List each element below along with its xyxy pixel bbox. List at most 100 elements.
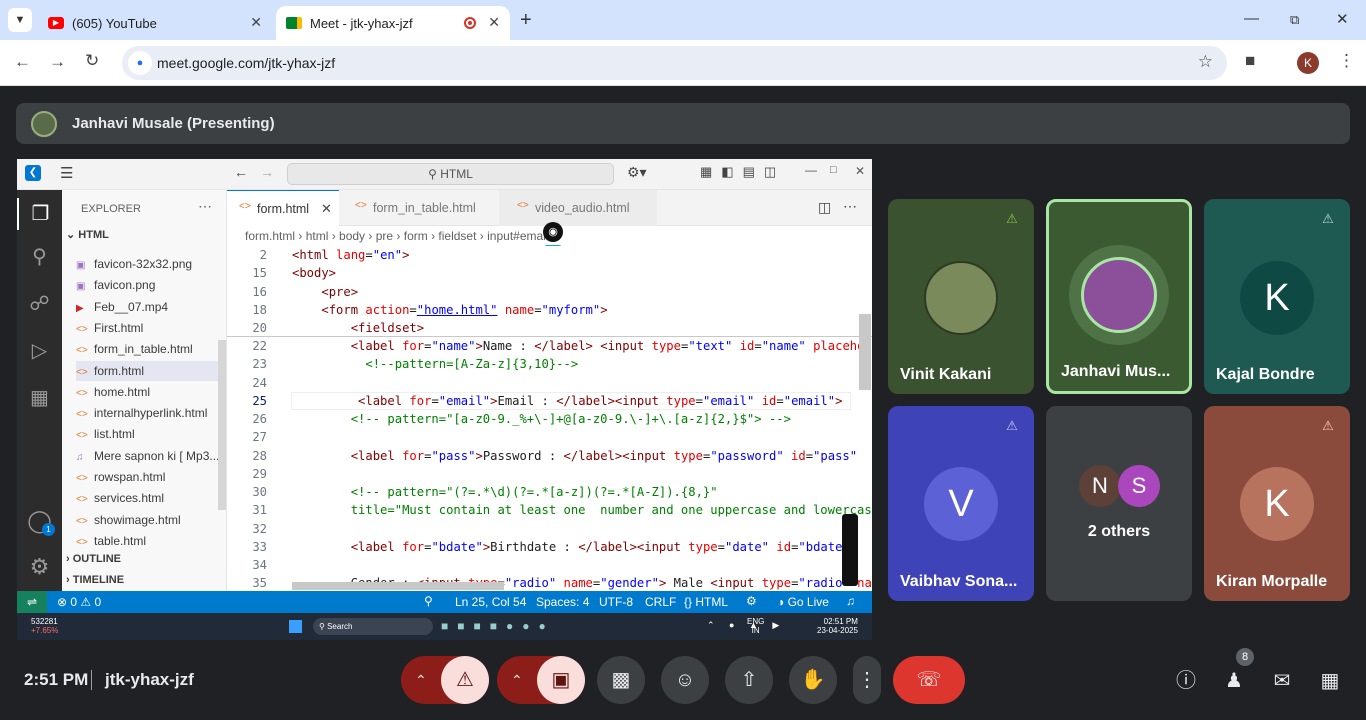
- participant-tile[interactable]: V ⚠ Vaibhav Sona...: [888, 406, 1034, 601]
- close-tab-icon[interactable]: ✕: [250, 14, 262, 31]
- file-item[interactable]: <> table.html: [76, 531, 226, 551]
- nav-back-icon[interactable]: ←: [234, 164, 248, 180]
- hamburger-menu-icon[interactable]: ☰: [60, 164, 73, 182]
- raise-hand-button[interactable]: ✋: [789, 656, 837, 704]
- language-mode[interactable]: {} HTML: [684, 595, 728, 609]
- line-ending[interactable]: CRLF: [645, 595, 676, 609]
- explorer-icon[interactable]: ❐: [17, 198, 62, 230]
- close-window-icon[interactable]: ✕: [1336, 10, 1349, 28]
- editor-tab-form-in-table[interactable]: <> form_in_table.html: [339, 190, 499, 226]
- vscode-minimize-icon[interactable]: —: [805, 163, 817, 177]
- address-bar[interactable]: ● meet.google.com/jtk-yhax-jzf ☆: [122, 46, 1227, 80]
- copilot-icon[interactable]: ⚙▾: [627, 164, 647, 181]
- taskbar-apps[interactable]: ■■■■●●●: [441, 619, 555, 633]
- nav-forward-icon[interactable]: →: [260, 164, 274, 180]
- tab-search-button[interactable]: ▼: [8, 8, 32, 32]
- profile-avatar[interactable]: K: [1297, 52, 1319, 74]
- file-item[interactable]: ♫ Mere sapnon ki [ Mp3...: [76, 446, 226, 466]
- breadcrumb-item[interactable]: input#email: [487, 229, 548, 243]
- participant-tile[interactable]: ⚠ Vinit Kakani: [888, 199, 1034, 394]
- breadcrumb-item[interactable]: html: [306, 229, 329, 243]
- cursor-position[interactable]: Ln 25, Col 54: [455, 595, 526, 609]
- video-options-button[interactable]: ⌃ ▣: [497, 656, 585, 704]
- run-debug-icon[interactable]: ▷: [17, 338, 62, 363]
- emoji-reactions-button[interactable]: ☺: [661, 656, 709, 704]
- captions-button[interactable]: ▩: [597, 656, 645, 704]
- source-control-icon[interactable]: ☍: [17, 291, 62, 316]
- file-item[interactable]: <> form.html: [76, 360, 226, 381]
- breadcrumb-item[interactable]: form: [404, 229, 428, 243]
- breadcrumb-item[interactable]: fieldset: [438, 229, 476, 243]
- settings-gear-icon[interactable]: ⚙: [17, 554, 62, 580]
- stock-widget[interactable]: 532281 +7.65%: [31, 617, 58, 635]
- taskbar-search[interactable]: ⚲ Search: [313, 618, 433, 635]
- code-editor[interactable]: 2 <html lang="en"> 15 <body> 16 <pre> 18 <…: [227, 246, 872, 591]
- vertical-scrollbar[interactable]: [859, 314, 871, 390]
- breadcrumb-item[interactable]: body: [339, 229, 365, 243]
- meeting-info-icon[interactable]: ⓘ: [1170, 665, 1202, 697]
- participant-tile[interactable]: K ⚠ Kajal Bondre: [1204, 199, 1350, 394]
- leave-call-button[interactable]: ☏: [893, 656, 965, 704]
- problems-indicator[interactable]: ⊗ 0 ⚠ 0: [57, 595, 101, 609]
- go-live-button[interactable]: ◑ Go Live: [777, 595, 829, 609]
- timeline-section[interactable]: › TIMELINE: [66, 574, 124, 586]
- people-icon[interactable]: ♟: [1218, 665, 1250, 697]
- tab-meet[interactable]: Meet - jtk-yhax-jzf ✕: [276, 6, 510, 40]
- outline-section[interactable]: › OUTLINE: [66, 553, 121, 565]
- zoom-icon[interactable]: ⚲: [424, 594, 433, 608]
- explorer-more-icon[interactable]: ⋯: [198, 198, 212, 215]
- vscode-restore-icon[interactable]: □: [830, 164, 837, 176]
- bookmark-star-icon[interactable]: ☆: [1198, 52, 1213, 72]
- tab-youtube[interactable]: ▶ (605) YouTube ✕: [40, 6, 272, 40]
- command-search-box[interactable]: ⚲ HTML: [287, 163, 614, 185]
- remote-indicator[interactable]: ⇌: [17, 591, 47, 613]
- indentation[interactable]: Spaces: 4: [536, 595, 589, 609]
- file-item[interactable]: <> list.html: [76, 424, 226, 444]
- extensions-icon[interactable]: ■: [1245, 51, 1255, 71]
- more-options-button[interactable]: ⋮: [853, 656, 881, 704]
- restore-icon[interactable]: ⧉: [1290, 12, 1299, 28]
- chat-icon[interactable]: ✉: [1266, 665, 1298, 697]
- breadcrumb-item[interactable]: form.html: [245, 229, 295, 243]
- site-info-icon[interactable]: ●: [128, 51, 152, 75]
- search-icon[interactable]: ⚲: [17, 244, 62, 269]
- language-indicator[interactable]: ENG IN: [747, 617, 764, 635]
- notifications-bell-icon[interactable]: ♫: [846, 594, 855, 608]
- folder-header[interactable]: ⌄ HTML: [66, 228, 109, 241]
- close-editor-icon[interactable]: ✕: [321, 201, 332, 217]
- participant-tile-speaking[interactable]: Janhavi Mus...: [1046, 199, 1192, 394]
- file-item[interactable]: <> services.html: [76, 488, 226, 508]
- activities-grid-icon[interactable]: ▦: [1314, 665, 1346, 697]
- file-item[interactable]: ▣ favicon.png: [76, 275, 226, 295]
- new-tab-button[interactable]: +: [520, 9, 532, 32]
- copilot-status-icon[interactable]: ⚙: [746, 594, 757, 608]
- file-item[interactable]: <> home.html: [76, 382, 226, 402]
- file-item[interactable]: <> showimage.html: [76, 510, 226, 530]
- editor-tab-video-audio[interactable]: <> video_audio.html: [499, 190, 657, 226]
- file-item[interactable]: <> First.html: [76, 318, 226, 338]
- back-icon[interactable]: ←: [14, 52, 31, 72]
- file-item[interactable]: <> internalhyperlink.html: [76, 403, 226, 423]
- participant-tile[interactable]: K ⚠ Kiran Morpalle: [1204, 406, 1350, 601]
- editor-more-icon[interactable]: ⋯: [843, 198, 857, 215]
- forward-icon[interactable]: →: [49, 52, 66, 72]
- layout-controls[interactable]: ▦◧▤◫: [700, 164, 785, 180]
- tray-clock[interactable]: 02:51 PM 23-04-2025: [817, 617, 858, 635]
- split-editor-icon[interactable]: ◫: [818, 199, 831, 216]
- file-item[interactable]: <> form_in_table.html: [76, 339, 226, 359]
- file-item[interactable]: <> rowspan.html: [76, 467, 226, 487]
- present-screen-button[interactable]: ⇧: [725, 656, 773, 704]
- breadcrumb-item[interactable]: pre: [376, 229, 393, 243]
- account-icon[interactable]: ◯: [17, 508, 62, 534]
- minimize-icon[interactable]: —: [1244, 10, 1259, 27]
- close-tab-icon[interactable]: ✕: [488, 14, 500, 31]
- extensions-icon[interactable]: ▦: [17, 385, 62, 410]
- reload-icon[interactable]: ↻: [85, 51, 99, 71]
- start-windows-icon[interactable]: [289, 620, 302, 633]
- encoding[interactable]: UTF-8: [599, 595, 633, 609]
- vscode-close-icon[interactable]: ✕: [855, 164, 865, 178]
- file-item[interactable]: ▣ favicon-32x32.png: [76, 254, 226, 274]
- audio-options-button[interactable]: ⌃ ⚠: [401, 656, 489, 704]
- menu-icon[interactable]: ⋮: [1338, 51, 1355, 71]
- horizontal-scrollbar[interactable]: [292, 582, 504, 590]
